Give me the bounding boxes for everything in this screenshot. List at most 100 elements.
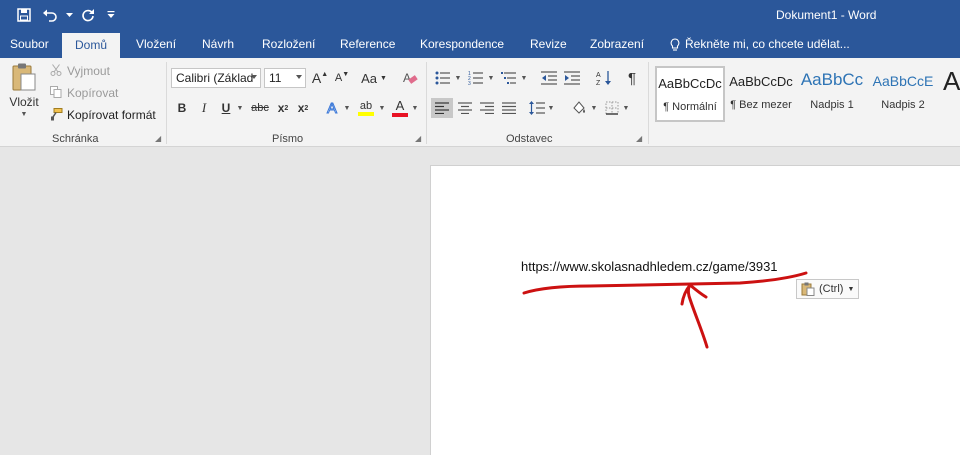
- style-title[interactable]: A: [940, 66, 960, 122]
- save-icon[interactable]: [12, 3, 36, 27]
- grow-font-button[interactable]: A ▲: [310, 68, 330, 88]
- paste-clipboard-icon: [801, 282, 815, 296]
- line-spacing-dropdown-icon[interactable]: ▼: [547, 99, 555, 117]
- highlight-button[interactable]: ab: [355, 98, 377, 118]
- multilevel-dropdown-icon[interactable]: ▼: [520, 69, 528, 87]
- shading-dropdown-icon[interactable]: ▼: [590, 99, 598, 117]
- paste-options-button[interactable]: (Ctrl) ▼: [796, 279, 860, 299]
- style-no-spacing[interactable]: AaBbCcDc ¶ Bez mezer: [726, 66, 796, 122]
- font-size-combo[interactable]: 11: [264, 68, 306, 88]
- document-page[interactable]: [430, 165, 960, 455]
- clear-formatting-icon[interactable]: A: [400, 68, 420, 88]
- copy-button[interactable]: Kopírovat: [67, 86, 118, 100]
- grow-arrow-icon: ▲: [321, 70, 329, 78]
- text-effects-dropdown-icon[interactable]: ▼: [342, 99, 352, 117]
- paste-options-label: (Ctrl): [819, 283, 844, 295]
- tab-domu[interactable]: Domů: [62, 33, 120, 58]
- undo-dropdown-icon[interactable]: [64, 3, 74, 27]
- multilevel-list-icon[interactable]: [498, 68, 520, 88]
- subscript-button[interactable]: x2: [274, 99, 292, 117]
- paste-dropdown-icon: ▼: [20, 111, 28, 118]
- svg-text:3: 3: [468, 81, 471, 85]
- sort-icon[interactable]: AZ: [594, 67, 614, 89]
- line-spacing-icon[interactable]: [527, 98, 547, 118]
- underline-button[interactable]: U: [217, 99, 235, 117]
- style-preview: AaBbCcDc: [729, 74, 793, 89]
- decrease-indent-icon[interactable]: [539, 68, 559, 88]
- bullets-dropdown-icon[interactable]: ▼: [454, 69, 462, 87]
- shrink-font-button[interactable]: A ▼: [332, 68, 352, 88]
- increase-indent-icon[interactable]: [562, 68, 582, 88]
- text-effects-button[interactable]: A: [322, 98, 342, 118]
- style-normal[interactable]: AaBbCcDc ¶ Normální: [655, 66, 725, 122]
- paragraph-group-label: Odstavec: [506, 133, 553, 145]
- bold-button[interactable]: B: [173, 99, 191, 117]
- font-color-swatch: [392, 113, 408, 117]
- scissors-icon: [49, 63, 63, 77]
- document-text[interactable]: https://www.skolasnadhledem.cz/game/3931: [521, 259, 778, 274]
- style-name: ¶ Normální: [663, 101, 717, 113]
- font-color-button[interactable]: A: [390, 98, 410, 118]
- font-color-dropdown-icon[interactable]: ▼: [410, 99, 420, 117]
- strikethrough-button[interactable]: abc: [248, 99, 272, 117]
- tab-zobrazeni[interactable]: Zobrazení: [590, 37, 644, 51]
- style-preview: A: [943, 66, 960, 96]
- title-bar: Dokument1 - Word: [0, 0, 960, 32]
- align-right-icon[interactable]: [477, 98, 497, 118]
- style-preview: AaBbCc: [800, 70, 864, 89]
- align-center-icon[interactable]: [455, 98, 475, 118]
- quick-access-toolbar: [12, 3, 120, 27]
- redo-icon[interactable]: [76, 3, 100, 27]
- customize-qat-icon[interactable]: [102, 3, 120, 27]
- change-case-button[interactable]: Aa ▼: [360, 68, 388, 88]
- font-size-value: 11: [269, 71, 282, 85]
- font-size-dropdown-icon: [296, 75, 302, 79]
- font-name-value: Calibri (Základ: [176, 71, 254, 85]
- borders-icon[interactable]: [602, 98, 622, 118]
- paragraph-launcher-icon[interactable]: ◢: [636, 135, 644, 143]
- font-name-combo[interactable]: Calibri (Základ: [171, 68, 261, 88]
- tab-revize[interactable]: Revize: [530, 37, 567, 51]
- paste-options-dropdown-icon: ▼: [847, 285, 855, 293]
- shading-icon[interactable]: [568, 98, 590, 118]
- highlight-dropdown-icon[interactable]: ▼: [377, 99, 387, 117]
- style-preview: AaBbCcE: [872, 73, 934, 89]
- tab-rozlozeni[interactable]: Rozložení: [262, 37, 315, 51]
- numbering-dropdown-icon[interactable]: ▼: [487, 69, 495, 87]
- numbering-icon[interactable]: 123: [465, 68, 487, 88]
- tab-korespondence[interactable]: Korespondence: [420, 37, 504, 51]
- font-group-label: Písmo: [272, 133, 304, 145]
- paste-label: Vložit: [9, 95, 39, 109]
- style-preview: AaBbCcDc: [658, 76, 722, 91]
- format-painter-icon: [49, 107, 63, 121]
- tab-vlozeni[interactable]: Vložení: [136, 37, 176, 51]
- tab-navrh[interactable]: Návrh: [202, 37, 234, 51]
- bullets-icon[interactable]: [432, 68, 454, 88]
- cut-button[interactable]: Vyjmout: [67, 64, 110, 78]
- copy-icon: [49, 85, 63, 99]
- style-name: Nadpis 1: [810, 99, 854, 111]
- show-marks-button[interactable]: ¶: [622, 67, 642, 89]
- paste-button[interactable]: Vložit ▼: [6, 62, 42, 122]
- font-launcher-icon[interactable]: ◢: [415, 135, 423, 143]
- underline-dropdown-icon[interactable]: ▼: [235, 99, 245, 117]
- svg-text:A: A: [596, 72, 601, 79]
- justify-icon[interactable]: [499, 98, 519, 118]
- tab-soubor[interactable]: Soubor: [10, 37, 49, 51]
- borders-dropdown-icon[interactable]: ▼: [622, 99, 630, 117]
- tell-me-placeholder: Řekněte mi, co chcete udělat...: [685, 37, 850, 51]
- style-heading-2[interactable]: AaBbCcE Nadpis 2: [868, 66, 938, 122]
- format-painter-button[interactable]: Kopírovat formát: [67, 108, 156, 122]
- align-left-icon[interactable]: [431, 98, 453, 118]
- superscript-button[interactable]: x2: [294, 99, 312, 117]
- superscript-letter: x: [297, 101, 305, 115]
- undo-icon[interactable]: [38, 3, 62, 27]
- clipboard-launcher-icon[interactable]: ◢: [155, 135, 163, 143]
- tell-me-box[interactable]: Řekněte mi, co chcete udělat...: [670, 37, 850, 51]
- superscript-mark: 2: [304, 104, 309, 112]
- ribbon-tabs: Soubor Domů Vložení Návrh Rozložení Refe…: [0, 32, 960, 58]
- italic-button[interactable]: I: [195, 99, 213, 117]
- tab-reference[interactable]: Reference: [340, 37, 395, 51]
- window-title: Dokument1 - Word: [776, 8, 877, 22]
- style-heading-1[interactable]: AaBbCc Nadpis 1: [797, 66, 867, 122]
